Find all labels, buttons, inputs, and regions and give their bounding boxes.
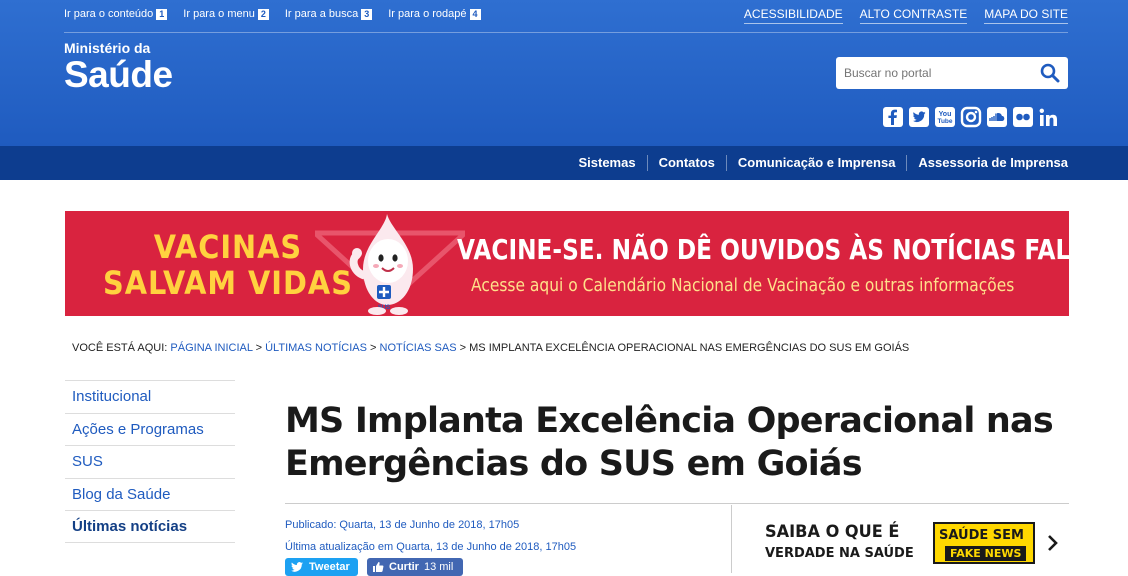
like-count: 13 mil — [423, 561, 454, 573]
tweet-button[interactable]: Tweetar — [285, 558, 358, 576]
sidebar-item-blog[interactable]: Blog da Saúde — [65, 477, 235, 511]
breadcrumb-sas-news[interactable]: NOTÍCIAS SAS — [380, 342, 457, 354]
sidebar-item-sus[interactable]: SUS — [65, 445, 235, 478]
sidebar-item-acoes-programas[interactable]: Ações e Programas — [65, 412, 235, 446]
breadcrumb-prefix: VOCÊ ESTÁ AQUI: — [72, 342, 168, 354]
search-icon[interactable] — [1040, 63, 1060, 83]
breadcrumb-latest-news[interactable]: ÚLTIMAS NOTÍCIAS — [265, 342, 367, 354]
fake-news-badge: SAÚDE SEM FAKE NEWS — [933, 522, 1035, 564]
skip-to-menu-link[interactable]: Ir para o menu 2 — [183, 8, 269, 20]
main-nav: Sistemas Contatos Comunicação e Imprensa… — [0, 146, 1128, 180]
skip-to-search-link[interactable]: Ir para a busca 3 — [285, 8, 373, 20]
twitter-icon[interactable] — [908, 106, 930, 128]
breadcrumb-current: MS IMPLANTA EXCELÊNCIA OPERACIONAL NAS E… — [469, 342, 910, 354]
high-contrast-link[interactable]: ALTO CONTRASTE — [859, 7, 968, 24]
nav-item-comunicacao[interactable]: Comunicação e Imprensa — [725, 155, 907, 171]
soundcloud-icon[interactable] — [986, 106, 1008, 128]
instagram-icon[interactable] — [960, 106, 982, 128]
breadcrumb: VOCÊ ESTÁ AQUI: PÁGINA INICIAL > ÚLTIMAS… — [72, 342, 909, 354]
chevron-right-icon — [1048, 535, 1058, 551]
logo-title[interactable]: Saúde — [64, 54, 173, 96]
sidebar-item-ultimas-noticias[interactable]: Últimas notícias — [65, 510, 235, 543]
breadcrumb-home[interactable]: PÁGINA INICIAL — [170, 342, 252, 354]
vaccination-banner[interactable]: VACINAS SALVAM VIDAS SUS VACINE-SE. NÃO … — [65, 211, 1069, 316]
breadcrumb-separator: > — [255, 342, 263, 354]
published-date: Publicado: Quarta, 13 de Junho de 2018, … — [285, 519, 520, 531]
fake-news-promo-line1: SAIBA O QUE É — [765, 522, 900, 542]
thumbs-up-icon — [373, 562, 384, 572]
header-divider — [64, 32, 1068, 33]
facebook-icon[interactable] — [882, 106, 904, 128]
nav-item-assessoria[interactable]: Assessoria de Imprensa — [906, 155, 1068, 171]
skip-to-content-link[interactable]: Ir para o conteúdo 1 — [64, 8, 168, 20]
banner-headline: VACINE-SE. NÃO DÊ OUVIDOS ÀS NOTÍCIAS FA… — [457, 233, 1069, 266]
skip-to-footer-link[interactable]: Ir para o rodapé 4 — [388, 8, 481, 20]
social-links: You Tube — [882, 106, 1060, 128]
banner-subheadline: Acesse aqui o Calendário Nacional de Vac… — [471, 275, 1015, 296]
sidebar-menu: Institucional Ações e Programas SUS Blog… — [65, 380, 235, 543]
banner-mascot-illustration: SUS — [315, 214, 465, 315]
site-map-link[interactable]: MAPA DO SITE — [984, 7, 1068, 24]
nav-item-contatos[interactable]: Contatos — [646, 155, 726, 171]
flickr-icon[interactable] — [1012, 106, 1034, 128]
fake-news-promo-line2: VERDADE NA SAÚDE — [765, 546, 914, 561]
title-divider — [285, 503, 1069, 504]
site-header: Ir para o conteúdo 1 Ir para o menu 2 Ir p… — [0, 0, 1128, 146]
facebook-like-button[interactable]: Curtir 13 mil — [367, 558, 463, 576]
nav-item-sistemas[interactable]: Sistemas — [567, 155, 646, 171]
updated-date: Última atualização em Quarta, 13 de Junh… — [285, 541, 577, 553]
svg-text:Tube: Tube — [937, 118, 952, 125]
accessibility-link[interactable]: ACESSIBILIDADE — [743, 7, 843, 24]
search-input[interactable] — [836, 66, 1026, 80]
page-title: MS Implanta Excelência Operacional nas E… — [285, 401, 1054, 484]
svg-text:You: You — [939, 111, 952, 118]
search-box — [836, 57, 1068, 89]
youtube-icon[interactable]: You Tube — [934, 106, 956, 128]
column-divider — [731, 505, 732, 573]
twitter-bird-icon — [291, 562, 303, 572]
breadcrumb-separator: > — [370, 342, 377, 354]
breadcrumb-separator: > — [459, 342, 467, 354]
sidebar-item-institucional[interactable]: Institucional — [65, 380, 235, 413]
accessibility-links: Ir para o conteúdo 1 Ir para o menu 2 Ir p… — [64, 8, 497, 20]
top-utility-links: ACESSIBILIDADE ALTO CONTRASTE MAPA DO SI… — [743, 7, 1068, 24]
linkedin-icon[interactable] — [1038, 106, 1060, 128]
